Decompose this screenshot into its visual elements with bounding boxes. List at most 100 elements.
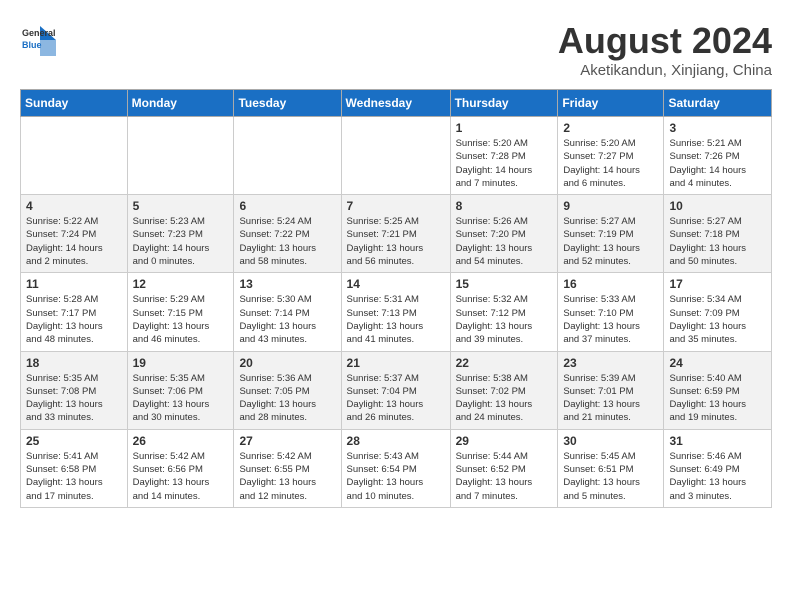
day-info: Sunrise: 5:36 AM Sunset: 7:05 PM Dayligh…: [239, 372, 335, 425]
day-info: Sunrise: 5:43 AM Sunset: 6:54 PM Dayligh…: [347, 450, 445, 503]
day-number: 12: [133, 277, 229, 291]
calendar-day-cell: [341, 117, 450, 195]
day-info: Sunrise: 5:40 AM Sunset: 6:59 PM Dayligh…: [669, 372, 766, 425]
day-info: Sunrise: 5:26 AM Sunset: 7:20 PM Dayligh…: [456, 215, 553, 268]
day-info: Sunrise: 5:32 AM Sunset: 7:12 PM Dayligh…: [456, 293, 553, 346]
calendar-day-cell: 2Sunrise: 5:20 AM Sunset: 7:27 PM Daylig…: [558, 117, 664, 195]
day-number: 16: [563, 277, 658, 291]
page-header: General Blue August 2024 Aketikandun, Xi…: [20, 20, 772, 79]
day-number: 1: [456, 121, 553, 135]
weekday-header: Friday: [558, 90, 664, 117]
location-subtitle: Aketikandun, Xinjiang, China: [558, 62, 772, 79]
calendar-day-cell: 10Sunrise: 5:27 AM Sunset: 7:18 PM Dayli…: [664, 195, 772, 273]
day-info: Sunrise: 5:34 AM Sunset: 7:09 PM Dayligh…: [669, 293, 766, 346]
day-info: Sunrise: 5:45 AM Sunset: 6:51 PM Dayligh…: [563, 450, 658, 503]
calendar-day-cell: 15 Sunrise: 5:32 AM Sunset: 7:12 PM Dayli…: [450, 273, 558, 351]
day-number: 23: [563, 356, 658, 370]
day-info: Sunrise: 5:38 AM Sunset: 7:02 PM Dayligh…: [456, 372, 553, 425]
calendar-day-cell: 25Sunrise: 5:41 AM Sunset: 6:58 PM Dayli…: [21, 429, 128, 507]
header-row: SundayMondayTuesdayWednesdayThursdayFrid…: [21, 90, 772, 117]
weekday-header: Saturday: [664, 90, 772, 117]
weekday-header: Thursday: [450, 90, 558, 117]
day-info: Sunrise: 5:35 AM Sunset: 7:06 PM Dayligh…: [133, 372, 229, 425]
day-info: Sunrise: 5:22 AM Sunset: 7:24 PM Dayligh…: [26, 215, 122, 268]
day-info: Sunrise: 5:44 AM Sunset: 6:52 PM Dayligh…: [456, 450, 553, 503]
calendar-day-cell: 22Sunrise: 5:38 AM Sunset: 7:02 PM Dayli…: [450, 351, 558, 429]
calendar-day-cell: 13 Sunrise: 5:30 AM Sunset: 7:14 PM Dayli…: [234, 273, 341, 351]
day-number: 21: [347, 356, 445, 370]
calendar-day-cell: 27Sunrise: 5:42 AM Sunset: 6:55 PM Dayli…: [234, 429, 341, 507]
calendar-day-cell: 26 Sunrise: 5:42 AM Sunset: 6:56 PM Dayli…: [127, 429, 234, 507]
calendar-day-cell: 17 Sunrise: 5:34 AM Sunset: 7:09 PM Dayli…: [664, 273, 772, 351]
calendar-day-cell: 6Sunrise: 5:24 AM Sunset: 7:22 PM Daylig…: [234, 195, 341, 273]
calendar-week-row: 4Sunrise: 5:22 AM Sunset: 7:24 PM Daylig…: [21, 195, 772, 273]
svg-text:General: General: [22, 28, 56, 38]
day-info: Sunrise: 5:35 AM Sunset: 7:08 PM Dayligh…: [26, 372, 122, 425]
day-info: Sunrise: 5:46 AM Sunset: 6:49 PM Dayligh…: [669, 450, 766, 503]
calendar-day-cell: 21Sunrise: 5:37 AM Sunset: 7:04 PM Dayli…: [341, 351, 450, 429]
weekday-header: Monday: [127, 90, 234, 117]
day-number: 30: [563, 434, 658, 448]
day-info: Sunrise: 5:31 AM Sunset: 7:13 PM Dayligh…: [347, 293, 445, 346]
day-info: Sunrise: 5:42 AM Sunset: 6:56 PM Dayligh…: [133, 450, 229, 503]
day-number: 26: [133, 434, 229, 448]
svg-text:Blue: Blue: [22, 40, 42, 50]
calendar-day-cell: 1 Sunrise: 5:20 AM Sunset: 7:28 PM Daylig…: [450, 117, 558, 195]
weekday-header: Wednesday: [341, 90, 450, 117]
day-number: 27: [239, 434, 335, 448]
day-number: 2: [563, 121, 658, 135]
day-info: Sunrise: 5:39 AM Sunset: 7:01 PM Dayligh…: [563, 372, 658, 425]
day-number: 18: [26, 356, 122, 370]
day-number: 20: [239, 356, 335, 370]
calendar-day-cell: 31 Sunrise: 5:46 AM Sunset: 6:49 PM Dayli…: [664, 429, 772, 507]
day-info: Sunrise: 5:28 AM Sunset: 7:17 PM Dayligh…: [26, 293, 122, 346]
calendar-day-cell: 14 Sunrise: 5:31 AM Sunset: 7:13 PM Dayli…: [341, 273, 450, 351]
calendar-day-cell: 23 Sunrise: 5:39 AM Sunset: 7:01 PM Dayli…: [558, 351, 664, 429]
calendar-day-cell: 24 Sunrise: 5:40 AM Sunset: 6:59 PM Dayli…: [664, 351, 772, 429]
calendar-week-row: 11 Sunrise: 5:28 AM Sunset: 7:17 PM Dayli…: [21, 273, 772, 351]
day-number: 13: [239, 277, 335, 291]
calendar-day-cell: 29Sunrise: 5:44 AM Sunset: 6:52 PM Dayli…: [450, 429, 558, 507]
day-number: 14: [347, 277, 445, 291]
day-info: Sunrise: 5:33 AM Sunset: 7:10 PM Dayligh…: [563, 293, 658, 346]
day-number: 31: [669, 434, 766, 448]
calendar-day-cell: 18 Sunrise: 5:35 AM Sunset: 7:08 PM Dayli…: [21, 351, 128, 429]
day-info: Sunrise: 5:21 AM Sunset: 7:26 PM Dayligh…: [669, 137, 766, 190]
weekday-header: Tuesday: [234, 90, 341, 117]
day-number: 19: [133, 356, 229, 370]
day-number: 28: [347, 434, 445, 448]
calendar-week-row: 1 Sunrise: 5:20 AM Sunset: 7:28 PM Daylig…: [21, 117, 772, 195]
calendar-day-cell: 16 Sunrise: 5:33 AM Sunset: 7:10 PM Dayli…: [558, 273, 664, 351]
day-number: 9: [563, 199, 658, 213]
title-block: August 2024 Aketikandun, Xinjiang, China: [558, 20, 772, 79]
calendar-day-cell: 9Sunrise: 5:27 AM Sunset: 7:19 PM Daylig…: [558, 195, 664, 273]
calendar-day-cell: 7 Sunrise: 5:25 AM Sunset: 7:21 PM Daylig…: [341, 195, 450, 273]
logo: General Blue: [20, 20, 56, 56]
calendar-day-cell: 12 Sunrise: 5:29 AM Sunset: 7:15 PM Dayli…: [127, 273, 234, 351]
day-info: Sunrise: 5:20 AM Sunset: 7:28 PM Dayligh…: [456, 137, 553, 190]
calendar-day-cell: 28 Sunrise: 5:43 AM Sunset: 6:54 PM Dayli…: [341, 429, 450, 507]
day-info: Sunrise: 5:41 AM Sunset: 6:58 PM Dayligh…: [26, 450, 122, 503]
calendar-day-cell: [21, 117, 128, 195]
calendar-day-cell: 20 Sunrise: 5:36 AM Sunset: 7:05 PM Dayli…: [234, 351, 341, 429]
calendar-day-cell: 3 Sunrise: 5:21 AM Sunset: 7:26 PM Daylig…: [664, 117, 772, 195]
calendar-day-cell: 8Sunrise: 5:26 AM Sunset: 7:20 PM Daylig…: [450, 195, 558, 273]
day-number: 15: [456, 277, 553, 291]
day-number: 10: [669, 199, 766, 213]
calendar-week-row: 25Sunrise: 5:41 AM Sunset: 6:58 PM Dayli…: [21, 429, 772, 507]
day-info: Sunrise: 5:30 AM Sunset: 7:14 PM Dayligh…: [239, 293, 335, 346]
calendar-day-cell: 5Sunrise: 5:23 AM Sunset: 7:23 PM Daylig…: [127, 195, 234, 273]
day-number: 3: [669, 121, 766, 135]
day-number: 7: [347, 199, 445, 213]
calendar-day-cell: [127, 117, 234, 195]
day-info: Sunrise: 5:29 AM Sunset: 7:15 PM Dayligh…: [133, 293, 229, 346]
day-info: Sunrise: 5:25 AM Sunset: 7:21 PM Dayligh…: [347, 215, 445, 268]
calendar-day-cell: [234, 117, 341, 195]
day-number: 11: [26, 277, 122, 291]
logo-icon: General Blue: [20, 20, 56, 56]
day-number: 24: [669, 356, 766, 370]
calendar-day-cell: 4Sunrise: 5:22 AM Sunset: 7:24 PM Daylig…: [21, 195, 128, 273]
calendar-day-cell: 11 Sunrise: 5:28 AM Sunset: 7:17 PM Dayli…: [21, 273, 128, 351]
day-number: 6: [239, 199, 335, 213]
day-number: 17: [669, 277, 766, 291]
